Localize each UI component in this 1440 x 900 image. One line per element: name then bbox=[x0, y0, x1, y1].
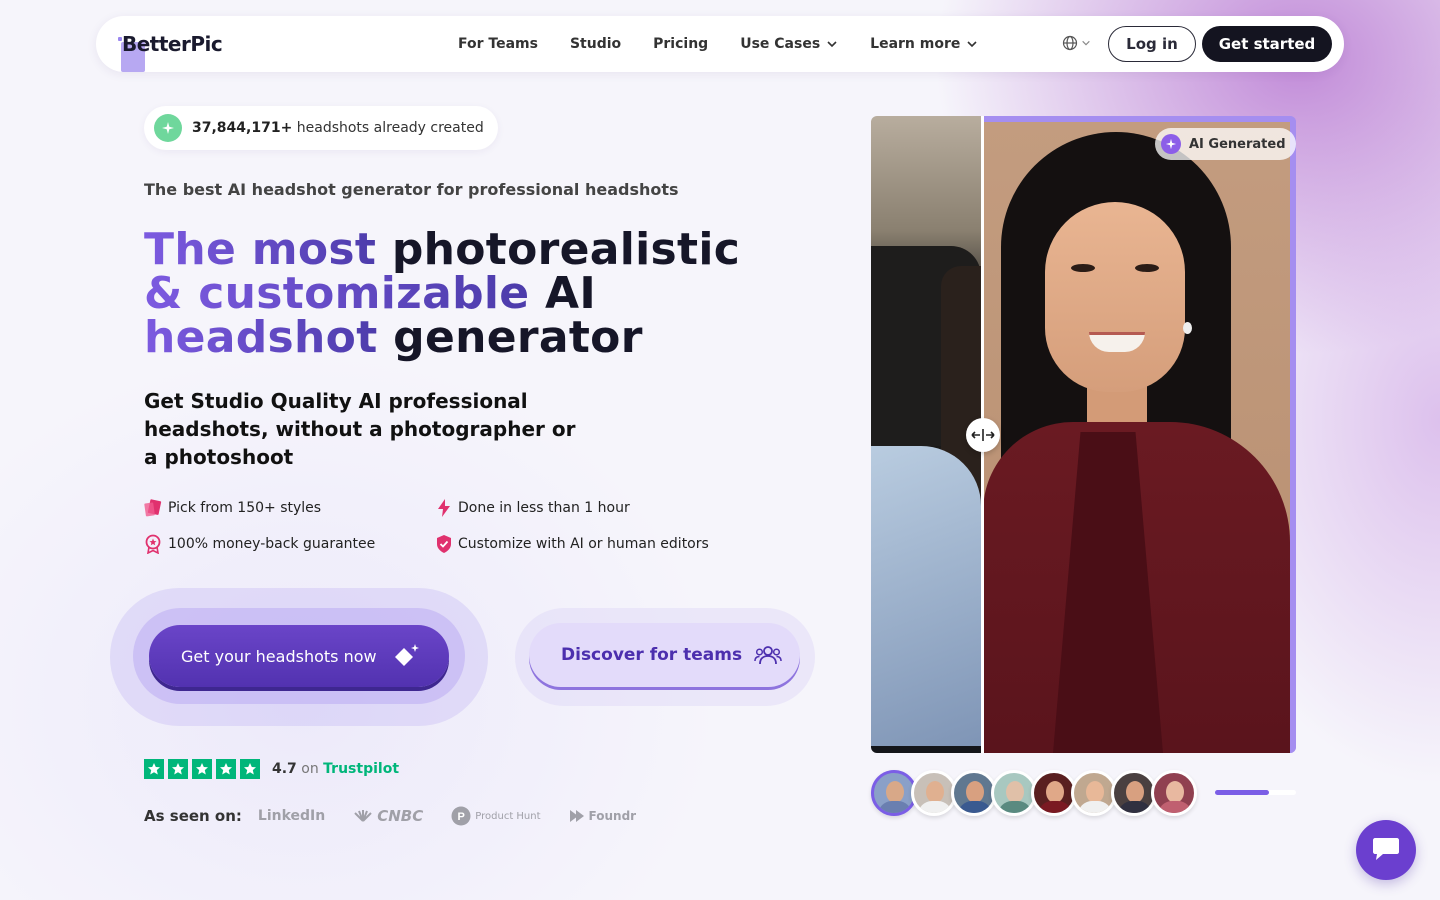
before-after-compare[interactable]: AI Generated bbox=[871, 116, 1296, 753]
drag-arrows-icon bbox=[971, 429, 995, 441]
nav-link-label: Use Cases bbox=[740, 36, 821, 52]
feature-item: Done in less than 1 hour bbox=[436, 498, 630, 518]
portrait-eye bbox=[1135, 264, 1159, 272]
chevron-down-icon bbox=[967, 41, 977, 48]
portrait-smile bbox=[1089, 332, 1145, 352]
thumbnail-8[interactable] bbox=[1151, 770, 1197, 816]
carousel-progress bbox=[1215, 790, 1296, 795]
nav-link-label: Learn more bbox=[870, 36, 961, 52]
outlet-name: LinkedIn bbox=[257, 808, 326, 824]
globe-icon bbox=[1062, 35, 1078, 51]
counter-label: headshots already created bbox=[292, 120, 484, 136]
counter-text: 37,844,171+ headshots already created bbox=[192, 120, 484, 136]
guarantee-badge-icon bbox=[145, 534, 161, 554]
login-button[interactable]: Log in bbox=[1108, 26, 1196, 62]
headline-part: generator bbox=[393, 312, 643, 363]
product-hunt-icon: P bbox=[451, 806, 471, 826]
chat-bubble-icon bbox=[1373, 838, 1399, 860]
as-seen-on: As seen on: LinkedIn CNBC P Product Hunt… bbox=[144, 806, 664, 826]
carousel-progress-fill bbox=[1215, 790, 1270, 795]
ai-generated-badge: AI Generated bbox=[1155, 128, 1296, 160]
trustpilot-label: Trustpilot bbox=[323, 761, 400, 777]
portrait-face bbox=[1045, 202, 1185, 392]
portrait-earring bbox=[1183, 322, 1192, 334]
seen-on-label: As seen on: bbox=[144, 807, 242, 825]
nav-link-learn-more[interactable]: Learn more bbox=[870, 36, 978, 52]
top-navbar: BetterPic For Teams Studio Pricing Use C… bbox=[96, 16, 1344, 72]
trustpilot-rating[interactable]: 4.7 on Trustpilot bbox=[144, 759, 399, 779]
headline-part: headshot bbox=[144, 312, 394, 363]
peacock-icon bbox=[354, 810, 372, 822]
star-icon bbox=[216, 759, 236, 779]
svg-text:P: P bbox=[458, 811, 465, 823]
logo-text: BetterPic bbox=[122, 32, 223, 56]
outlet-name: Foundr bbox=[588, 809, 637, 823]
get-headshots-button[interactable]: Get your headshots now bbox=[149, 625, 449, 687]
linkedin-logo: LinkedIn bbox=[258, 808, 325, 824]
compare-slider-handle[interactable] bbox=[966, 418, 1000, 452]
nav-link-label: Studio bbox=[569, 36, 622, 52]
feature-item: Pick from 150+ styles bbox=[144, 498, 321, 518]
hero-subheading: The best AI headshot generator for profe… bbox=[144, 180, 679, 199]
nav-links: For Teams Studio Pricing Use Cases Learn… bbox=[458, 16, 1010, 72]
cta-secondary-label: Discover for teams bbox=[561, 645, 743, 665]
star-icon bbox=[240, 759, 260, 779]
get-started-button[interactable]: Get started bbox=[1202, 26, 1332, 62]
nav-link-label: Pricing bbox=[653, 36, 709, 52]
cnbc-logo: CNBC bbox=[353, 807, 423, 825]
shield-check-icon bbox=[437, 535, 451, 553]
nav-link-label: For Teams bbox=[458, 36, 538, 52]
before-shirt bbox=[871, 446, 981, 746]
outlet-name: CNBC bbox=[377, 807, 424, 825]
chevron-down-icon bbox=[1082, 40, 1090, 46]
counter-number: 37,844,171+ bbox=[192, 120, 293, 136]
chat-widget-button[interactable] bbox=[1356, 820, 1416, 880]
nav-link-studio[interactable]: Studio bbox=[570, 36, 621, 52]
feature-label: Pick from 150+ styles bbox=[168, 500, 322, 516]
chevron-down-icon bbox=[827, 41, 837, 48]
star-icon bbox=[192, 759, 212, 779]
sparkle-icon bbox=[154, 114, 182, 142]
portrait-eye bbox=[1071, 264, 1095, 272]
star-icon bbox=[168, 759, 188, 779]
nav-link-for-teams[interactable]: For Teams bbox=[458, 36, 538, 52]
example-thumbnails bbox=[871, 770, 1197, 816]
sparkle-diamond-icon bbox=[394, 644, 419, 666]
ai-badge-label: AI Generated bbox=[1189, 136, 1286, 152]
star-icon bbox=[144, 759, 164, 779]
foundr-icon bbox=[569, 810, 584, 822]
rating-on: on bbox=[301, 761, 319, 777]
discover-teams-button[interactable]: Discover for teams bbox=[529, 623, 800, 687]
feature-item: Customize with AI or human editors bbox=[436, 534, 709, 554]
feature-label: Done in less than 1 hour bbox=[458, 500, 630, 516]
nav-link-use-cases[interactable]: Use Cases bbox=[740, 36, 838, 52]
feature-label: Customize with AI or human editors bbox=[458, 536, 709, 552]
foundr-logo: Foundr bbox=[569, 809, 637, 823]
product-hunt-logo: P Product Hunt bbox=[451, 806, 541, 826]
feature-label: 100% money-back guarantee bbox=[168, 536, 376, 552]
feature-item: 100% money-back guarantee bbox=[144, 534, 375, 554]
rating-text: 4.7 on Trustpilot bbox=[272, 761, 399, 777]
sparkle-icon bbox=[1161, 134, 1181, 154]
team-icon bbox=[754, 646, 782, 665]
rating-stars bbox=[144, 759, 260, 779]
styles-icon bbox=[144, 499, 162, 517]
ai-generated-photo bbox=[983, 116, 1296, 753]
cta-primary-label: Get your headshots now bbox=[181, 646, 377, 666]
outlet-name: Product Hunt bbox=[475, 810, 541, 822]
headshot-counter-pill: 37,844,171+ headshots already created bbox=[144, 106, 498, 150]
rating-value: 4.7 bbox=[272, 761, 297, 777]
hero-headline: The most photorealistic & customizable A… bbox=[144, 228, 740, 360]
lightning-icon bbox=[438, 499, 450, 517]
logo[interactable]: BetterPic bbox=[118, 28, 223, 72]
language-selector[interactable] bbox=[1062, 35, 1091, 51]
nav-link-pricing[interactable]: Pricing bbox=[653, 36, 708, 52]
hero-lead-text: Get Studio Quality AI professional heads… bbox=[144, 389, 576, 469]
